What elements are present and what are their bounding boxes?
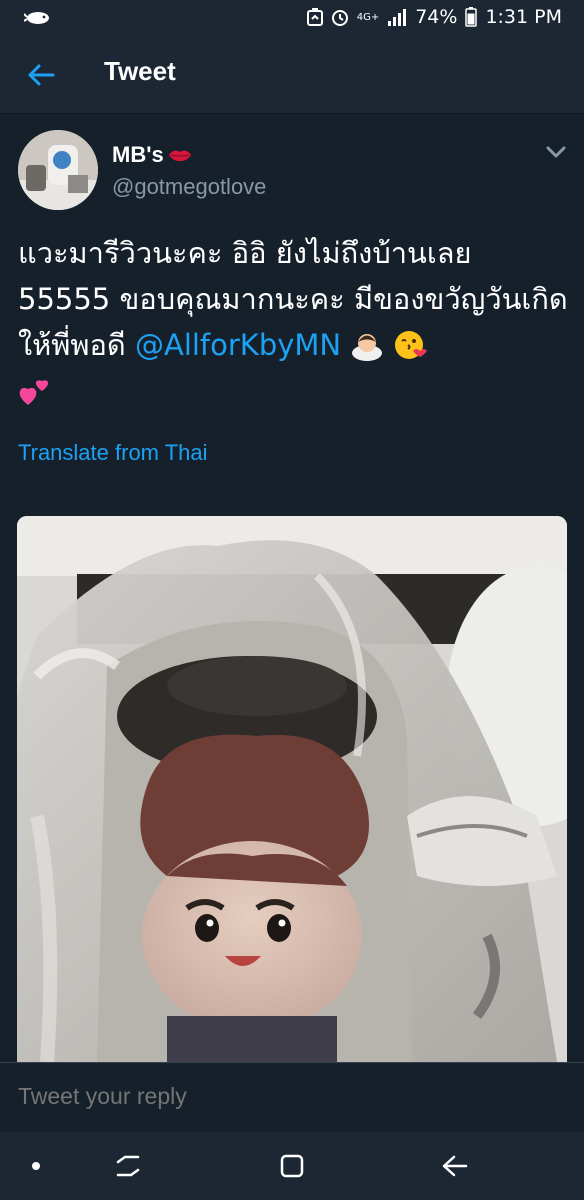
back-arrow-icon <box>28 64 55 86</box>
status-bar: 4G+ 74% 1:31 PM <box>0 0 584 36</box>
back-button[interactable] <box>20 54 62 96</box>
face-blowing-kiss-emoji <box>394 331 427 359</box>
reply-bar <box>0 1062 584 1132</box>
notification-icon <box>24 12 49 24</box>
signal-icon <box>388 9 407 26</box>
two-hearts-emoji <box>19 380 49 405</box>
mention-link[interactable]: @AllforKbyMN <box>135 328 341 362</box>
home-button[interactable] <box>274 1150 310 1182</box>
author-name[interactable]: MB's <box>112 142 192 168</box>
chevron-down-icon[interactable] <box>544 144 568 160</box>
clock: 1:31 PM <box>485 6 562 28</box>
tweet: MB's @gotmegotlove แวะมารีวิวนะคะ อิอิ ย… <box>0 114 584 1062</box>
tweet-image[interactable] <box>17 516 567 1062</box>
sync-icon <box>306 8 323 26</box>
reply-input[interactable] <box>18 1083 558 1110</box>
back-nav-button[interactable] <box>436 1150 472 1182</box>
system-nav-bar <box>0 1132 584 1200</box>
nav-dot-icon <box>32 1162 40 1170</box>
network-type: 4G+ <box>356 11 380 23</box>
avatar-image <box>18 130 98 210</box>
recent-apps-icon <box>116 1155 140 1177</box>
photo-doll-in-bag <box>17 516 567 1062</box>
recent-apps-button[interactable] <box>110 1150 146 1182</box>
author-handle[interactable]: @gotmegotlove <box>112 174 266 200</box>
battery-percent: 74% <box>415 6 458 28</box>
page-title: Tweet <box>104 56 176 86</box>
author-name-text: MB's <box>112 142 164 167</box>
person-bowing-emoji <box>352 334 383 361</box>
nav-dot-button[interactable] <box>18 1150 54 1182</box>
alarm-icon <box>331 10 348 26</box>
back-icon <box>442 1155 468 1177</box>
tweet-text: แวะมารีวิวนะคะ อิอิ ยังไม่ถึงบ้านเลย 555… <box>18 230 570 414</box>
avatar[interactable] <box>18 130 98 210</box>
app-bar: Tweet <box>0 36 584 114</box>
translate-link[interactable]: Translate from Thai <box>18 440 208 466</box>
battery-icon <box>465 7 478 27</box>
home-icon <box>280 1154 304 1178</box>
lips-emoji <box>168 150 191 162</box>
status-indicators: 4G+ 74% 1:31 PM <box>306 6 562 28</box>
